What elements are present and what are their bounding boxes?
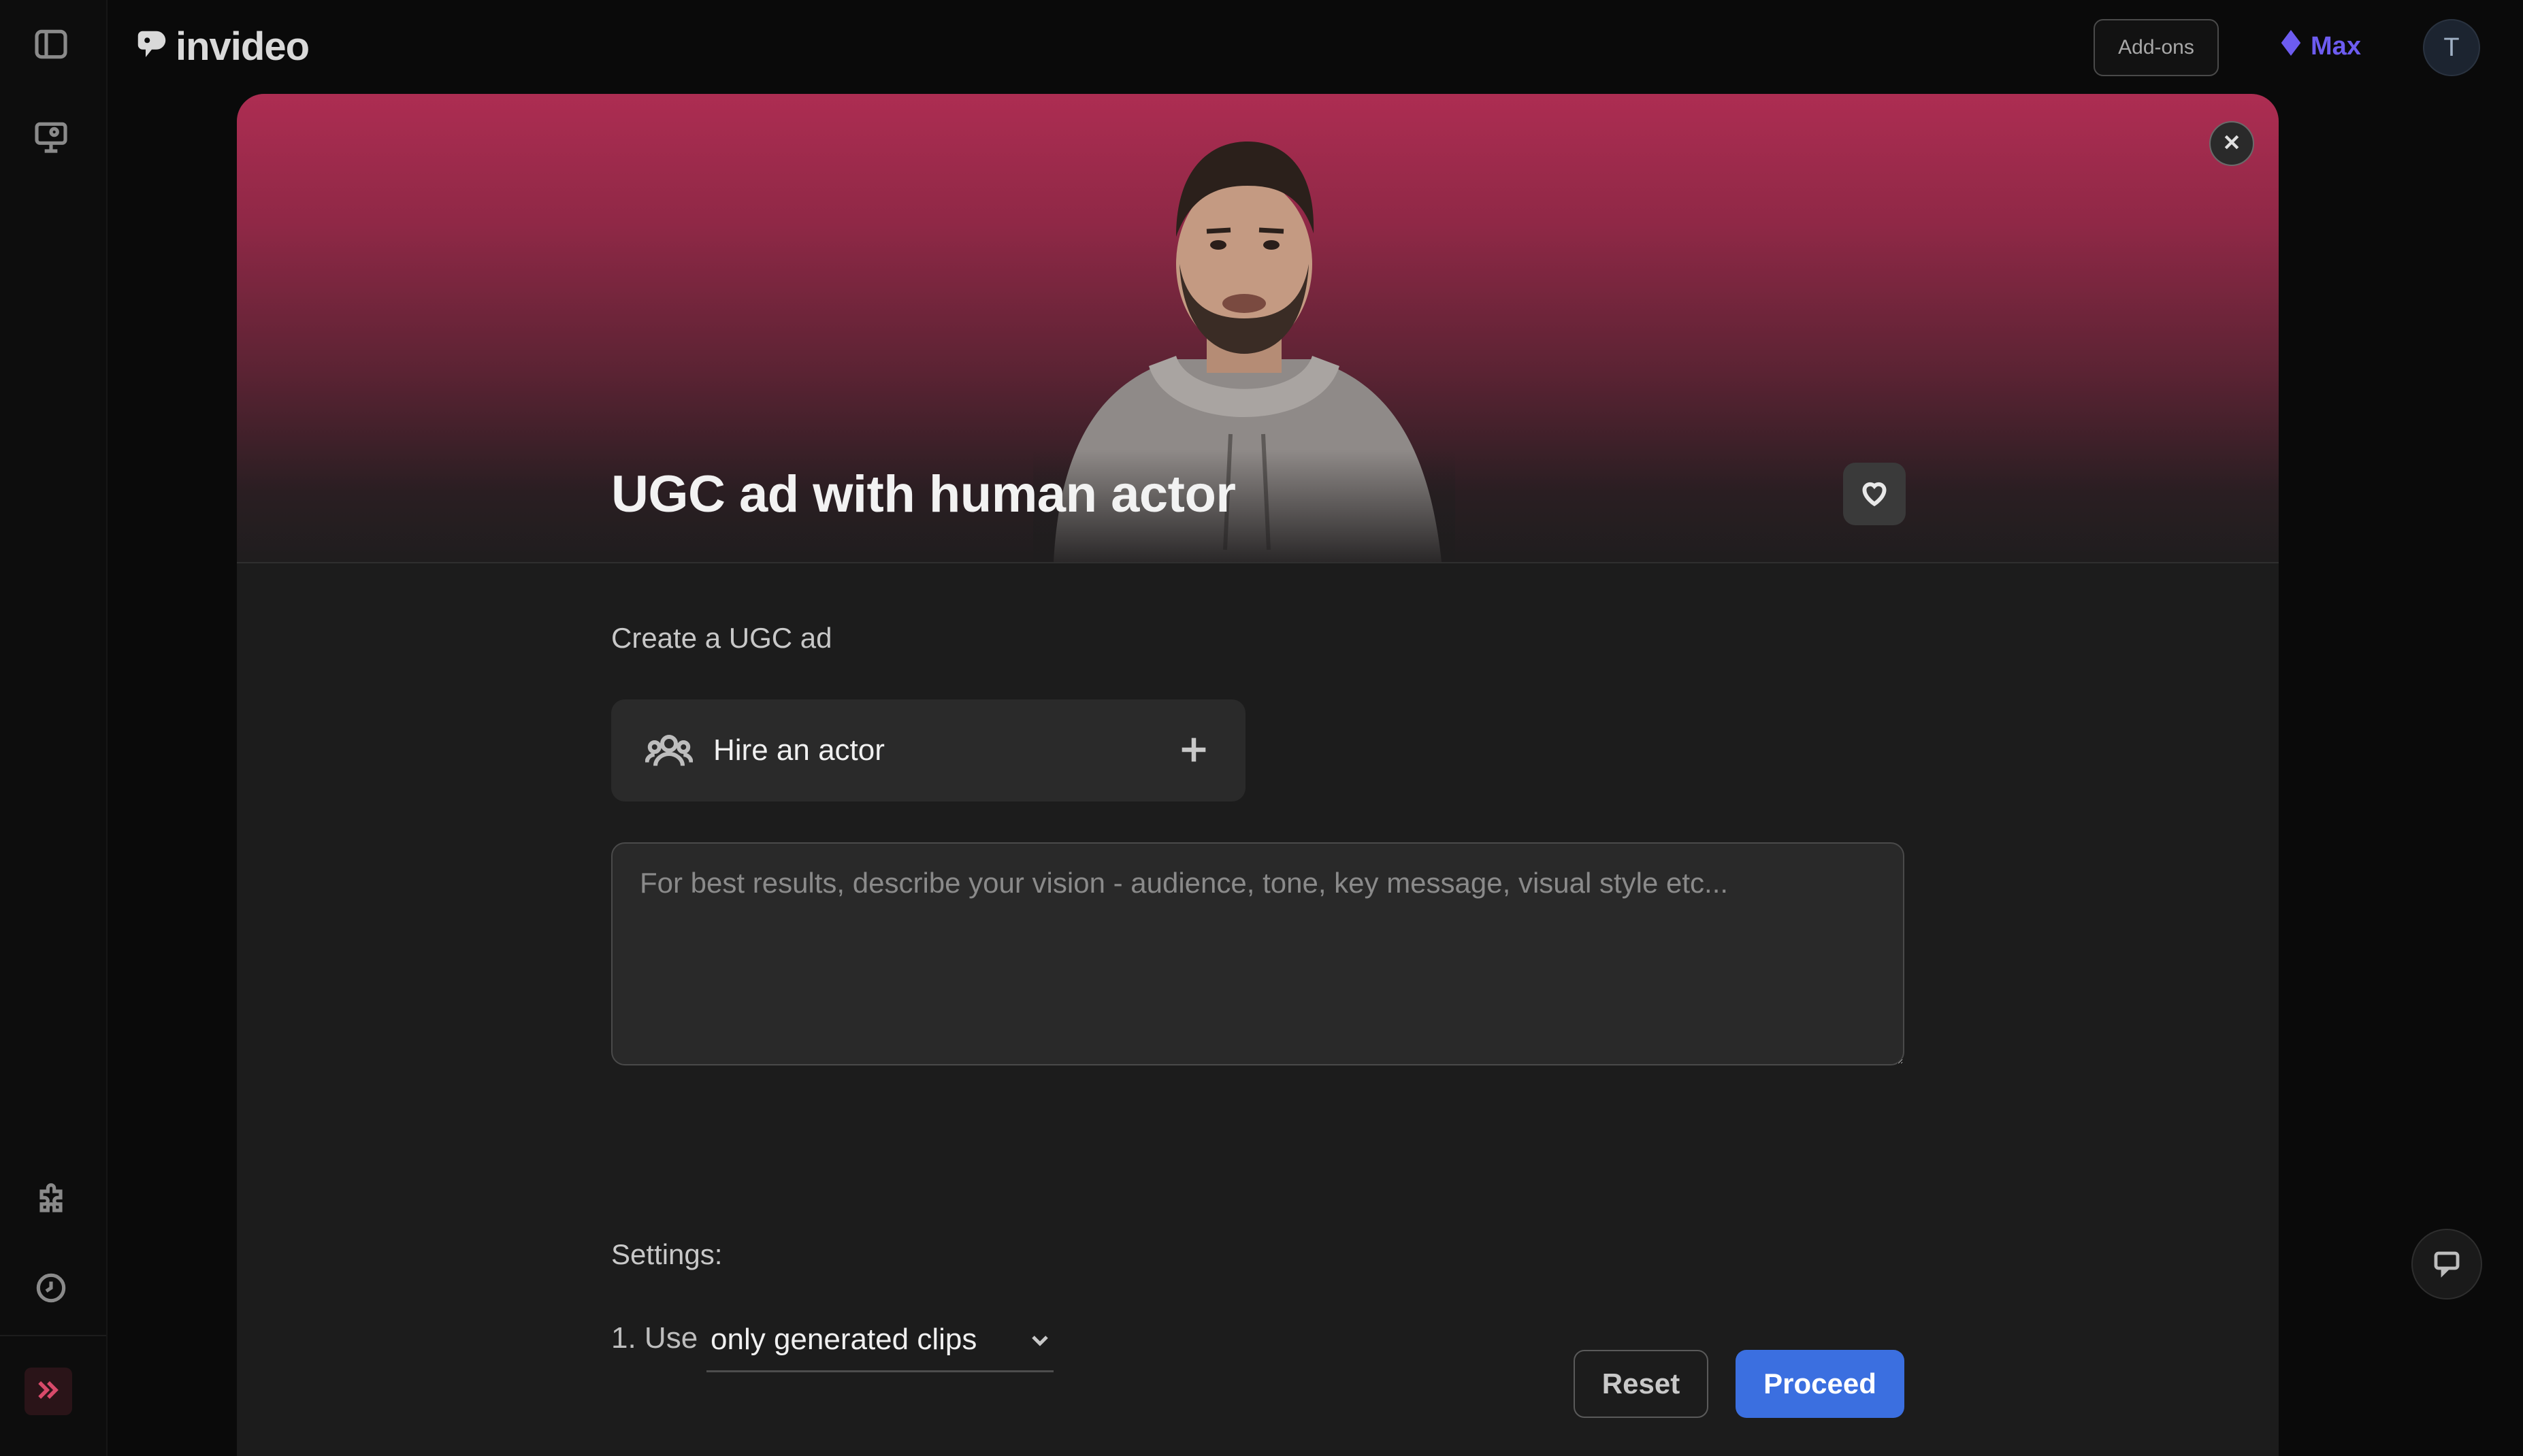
addons-rail-button[interactable]	[27, 1178, 75, 1226]
favorite-button[interactable]	[1843, 463, 1906, 525]
puzzle-icon	[32, 1182, 70, 1223]
modal-title: UGC ad with human actor	[611, 465, 1236, 523]
presentation-icon	[32, 118, 70, 159]
history-icon	[32, 1269, 70, 1310]
brand-name: invideo	[176, 24, 310, 69]
history-button[interactable]	[27, 1265, 75, 1313]
settings-label: Settings:	[611, 1238, 723, 1270]
template-modal: UGC ad with human actor Create a UGC ad …	[237, 94, 2279, 1456]
clip-source-value: only generated clips	[711, 1323, 977, 1356]
brand-logo[interactable]: invideo	[133, 24, 310, 69]
expand-sidebar-button[interactable]	[25, 1368, 72, 1415]
addons-button[interactable]: Add-ons	[2094, 19, 2219, 76]
use-setting-label: 1. Use	[611, 1321, 698, 1355]
projects-button[interactable]	[27, 114, 75, 162]
sidebar-toggle-icon	[32, 25, 70, 67]
diamond-icon	[2281, 30, 2301, 63]
close-modal-button[interactable]	[2209, 121, 2254, 166]
close-icon	[2221, 132, 2242, 156]
reset-button[interactable]: Reset	[1574, 1350, 1708, 1418]
left-rail	[0, 0, 108, 1456]
clip-source-dropdown[interactable]: only generated clips	[706, 1309, 1054, 1372]
chat-bubble-icon	[2430, 1246, 2463, 1283]
people-icon	[645, 728, 694, 773]
proceed-button[interactable]: Proceed	[1736, 1350, 1904, 1418]
hire-actor-button[interactable]: Hire an actor	[611, 699, 1246, 801]
heart-icon	[1857, 476, 1891, 513]
expand-chevrons-icon	[33, 1375, 63, 1408]
rail-divider	[0, 1335, 106, 1336]
hire-actor-label: Hire an actor	[713, 733, 885, 767]
vision-prompt-input[interactable]	[611, 842, 1904, 1065]
plus-icon	[1176, 732, 1211, 767]
invideo-logo-icon	[133, 27, 170, 67]
chat-support-button[interactable]	[2411, 1229, 2482, 1300]
section-label: Create a UGC ad	[611, 622, 832, 654]
hero-banner: UGC ad with human actor	[237, 94, 2279, 563]
plan-max-button[interactable]: Max	[2266, 19, 2375, 73]
user-avatar[interactable]: T	[2423, 19, 2480, 76]
sidebar-toggle-button[interactable]	[27, 22, 75, 69]
plan-label: Max	[2311, 31, 2361, 61]
